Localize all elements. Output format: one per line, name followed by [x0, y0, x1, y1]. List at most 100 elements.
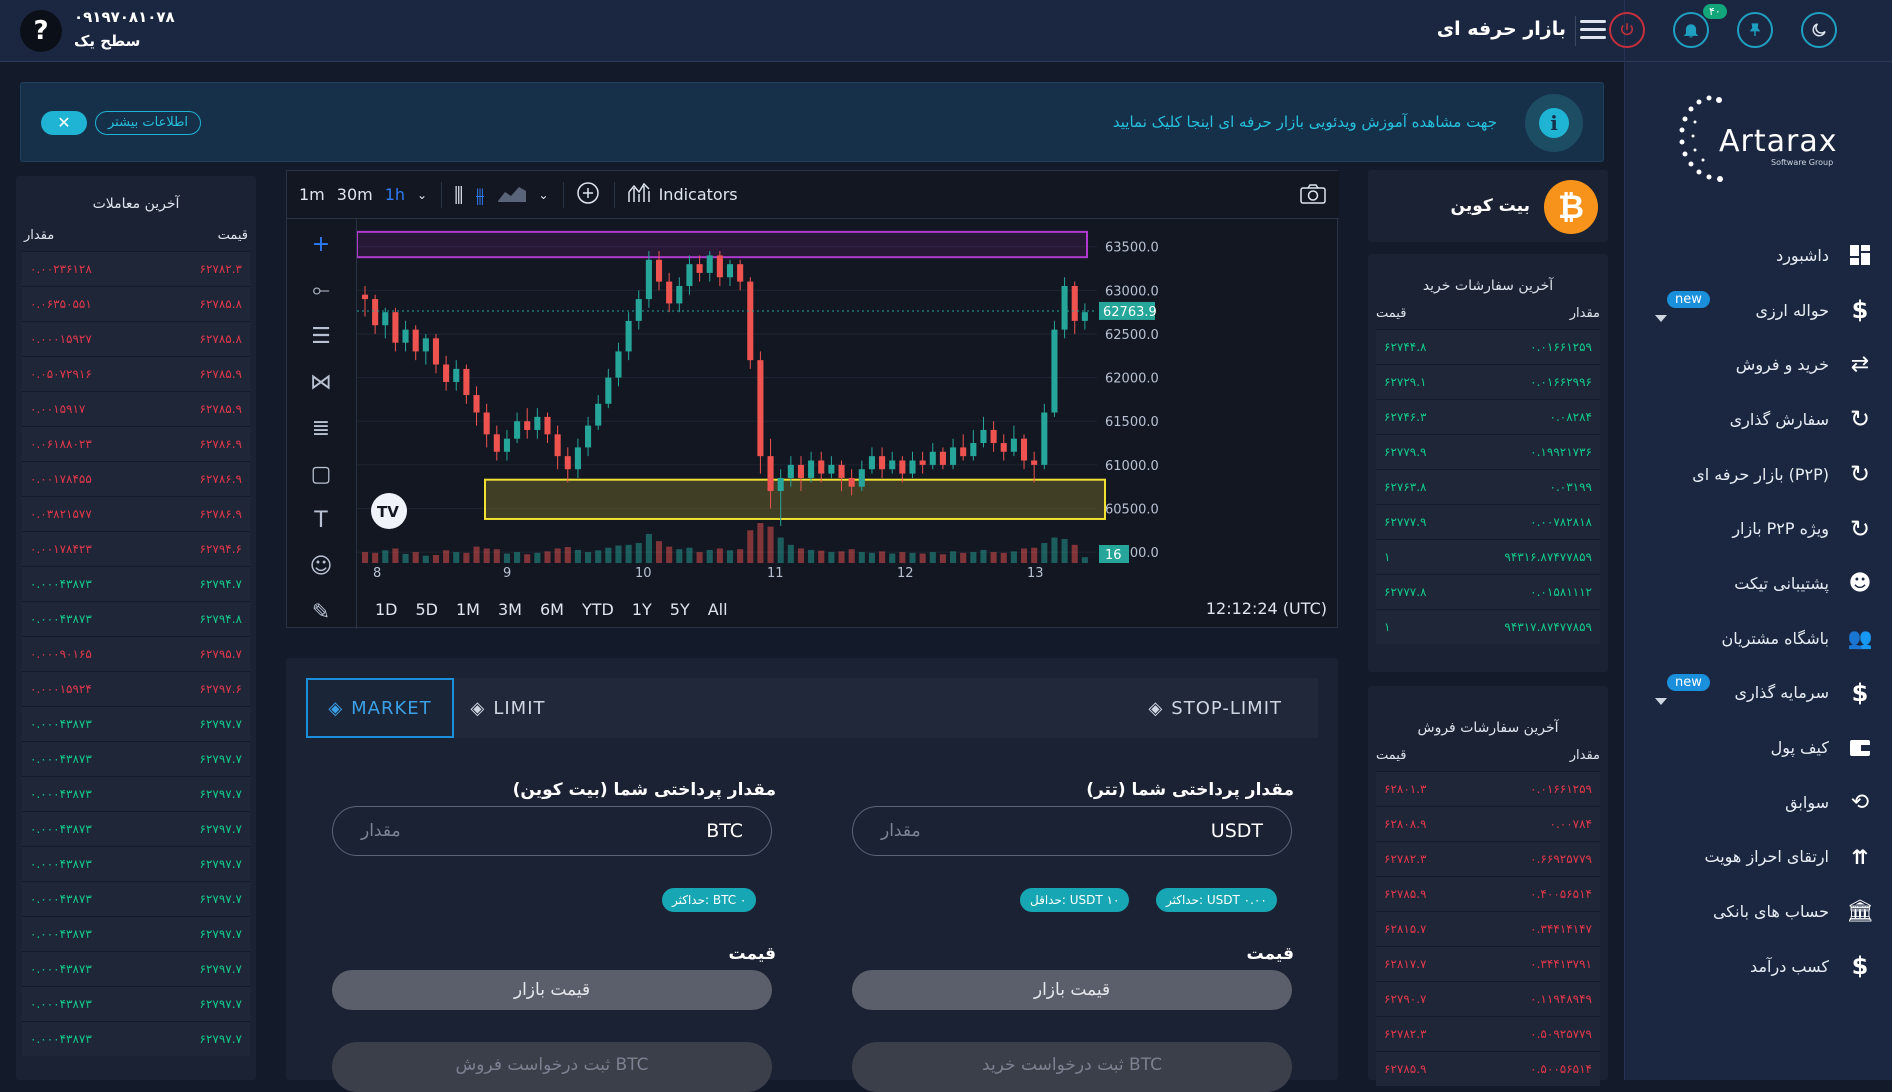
table-row[interactable]: ۰.۰۰۱۷۸۴۵۵ ۶۲۷۸۶.۹: [22, 461, 250, 496]
table-row[interactable]: ۰.۰۰۰۱۵۹۲۷ ۶۲۷۸۵.۸: [22, 321, 250, 356]
table-row[interactable]: ۰.۰۰۰۴۳۸۷۳ ۶۲۷۹۷.۷: [22, 881, 250, 916]
range-5y[interactable]: 5Y: [670, 600, 690, 619]
chevron-down-icon[interactable]: [1655, 697, 1667, 705]
table-row[interactable]: ۶۲۷۸۲.۳ ۰.۵۰۹۲۵۷۷۹: [1376, 1016, 1600, 1051]
range-ytd[interactable]: YTD: [582, 600, 614, 619]
table-row[interactable]: ۰.۰۰۰۴۳۸۷۳ ۶۲۷۹۷.۷: [22, 986, 250, 1021]
submit-sell-button[interactable]: ثبت درخواست فروش BTC: [332, 1042, 772, 1092]
sidebar-item-3[interactable]: سفارش گذاری ↻: [1625, 392, 1892, 447]
table-row[interactable]: ۶۲۷۶۳.۸ ۰.۰۳۱۹۹: [1376, 469, 1600, 504]
sidebar-item-12[interactable]: حساب های بانکی 🏛: [1625, 884, 1892, 939]
chevron-down-icon[interactable]: [1655, 314, 1667, 322]
indicators-button[interactable]: Indicators: [659, 185, 738, 204]
table-row[interactable]: ۶۲۷۸۵.۹ ۰.۴۰۰۵۶۵۱۴: [1376, 876, 1600, 911]
table-row[interactable]: ۰.۰۰۰۴۳۸۷۳ ۶۲۷۹۷.۷: [22, 706, 250, 741]
buy-market-price-button[interactable]: قیمت بازار: [852, 970, 1292, 1010]
tab-limit[interactable]: ◈ LIMIT: [448, 678, 568, 738]
tab-market[interactable]: ◈ MARKET: [306, 678, 454, 738]
camera-icon[interactable]: [1299, 183, 1327, 209]
range-1m[interactable]: 1M: [456, 600, 480, 619]
table-row[interactable]: ۶۲۷۹۰.۷ ۰.۱۱۹۴۸۹۴۹: [1376, 981, 1600, 1016]
sidebar-item-13[interactable]: کسب درآمد $: [1625, 939, 1892, 994]
range-3m[interactable]: 3M: [498, 600, 522, 619]
table-row[interactable]: ۶۲۷۷۷.۸ ۰.۰۱۵۸۱۱۱۲: [1376, 574, 1600, 609]
pin-icon[interactable]: [1737, 12, 1773, 48]
pattern-icon[interactable]: ⋈: [307, 369, 335, 397]
table-row[interactable]: ۰.۰۰۰۴۳۸۷۳ ۶۲۷۹۷.۷: [22, 846, 250, 881]
emoji-icon[interactable]: ☺: [307, 553, 335, 581]
banner-close-button[interactable]: ✕: [41, 111, 87, 135]
table-row[interactable]: ۰.۰۰۰۴۳۸۷۳ ۶۲۷۹۷.۷: [22, 1021, 250, 1056]
table-row[interactable]: ۰.۰۰۰۹۰۱۶۵ ۶۲۷۹۵.۷: [22, 636, 250, 671]
chevron-down-icon[interactable]: ⌄: [539, 188, 549, 202]
table-row[interactable]: ۰.۰۰۰۴۳۸۷۳ ۶۲۷۹۴.۸: [22, 601, 250, 636]
sidebar-item-7[interactable]: باشگاه مشتریان 👥: [1625, 611, 1892, 666]
rectangle-icon[interactable]: ▢: [307, 461, 335, 489]
range-1y[interactable]: 1Y: [632, 600, 652, 619]
sidebar-item-1[interactable]: new حواله ارزی $: [1625, 283, 1892, 338]
table-row[interactable]: ۶۲۸۱۵.۷ ۰.۳۴۴۱۴۱۴۷: [1376, 911, 1600, 946]
candles-icon[interactable]: ⫵: [475, 183, 484, 207]
table-row[interactable]: ۰.۰۵۰۷۲۹۱۶ ۶۲۷۸۵.۹: [22, 356, 250, 391]
table-row[interactable]: ۱ ۹۴۳۱۷.۸۷۴۷۷۸۵۹: [1376, 609, 1600, 644]
table-row[interactable]: ۶۲۷۸۵.۹ ۰.۵۰۰۵۶۵۱۴: [1376, 1051, 1600, 1086]
range-1d[interactable]: 1D: [375, 600, 398, 619]
table-row[interactable]: ۶۲۷۸۲.۳ ۰.۶۶۹۲۵۷۷۹: [1376, 841, 1600, 876]
chevron-down-icon[interactable]: ⌄: [417, 188, 427, 202]
table-row[interactable]: ۰.۰۰۰۴۳۸۷۳ ۶۲۷۹۷.۷: [22, 916, 250, 951]
dark-mode-icon[interactable]: [1801, 12, 1837, 48]
sidebar-item-11[interactable]: ارتقای احراز هویت ⇈: [1625, 830, 1892, 885]
table-row[interactable]: ۶۲۸۰۸.۹ ۰.۰۰۷۸۴: [1376, 806, 1600, 841]
tab-stop-limit[interactable]: ◈ STOP-LIMIT: [1048, 678, 1298, 738]
price-chart[interactable]: 1m 30m 1h ⌄ ⫼ ⫵ ⌄ Indicators + ⟜ ☰ ⋈ ≣ ▢…: [286, 170, 1339, 629]
indicators-icon[interactable]: [627, 182, 651, 208]
table-row[interactable]: ۶۲۷۴۶.۳ ۰.۰۸۲۸۴: [1376, 399, 1600, 434]
interval-1h[interactable]: 1h: [385, 185, 405, 204]
chart-canvas[interactable]: 63500.0 63000.0 62500.0 62000.0 61500.0 61000…: [357, 219, 1339, 589]
sidebar-item-10[interactable]: سوابق ⟲: [1625, 775, 1892, 830]
trend-line-icon[interactable]: ⟜: [307, 277, 335, 305]
add-compare-icon[interactable]: [576, 181, 600, 209]
sidebar-item-8[interactable]: new سرمایه گذاری $: [1625, 666, 1892, 721]
horizontal-lines-icon[interactable]: ☰: [307, 323, 335, 351]
table-row[interactable]: ۰.۰۰۱۵۹۱۷ ۶۲۷۸۵.۹: [22, 391, 250, 426]
range-6m[interactable]: 6M: [540, 600, 564, 619]
sidebar-item-0[interactable]: داشبورد: [1625, 228, 1892, 283]
fib-retracement-icon[interactable]: ≣: [307, 415, 335, 443]
btc-amount-input[interactable]: مقدار BTC: [332, 806, 772, 856]
bar-chart-icon[interactable]: ⫼: [454, 183, 463, 207]
table-row[interactable]: ۶۲۷۷۷.۹ ۰.۰۰۷۸۲۸۱۸: [1376, 504, 1600, 539]
table-row[interactable]: ۶۲۷۲۹.۱ ۰.۰۱۶۶۲۹۹۶: [1376, 364, 1600, 399]
sidebar-item-4[interactable]: بازار حرفه ای (P۲P) ↻: [1625, 447, 1892, 502]
sidebar-item-5[interactable]: بازار P۲P ویژه ↻: [1625, 501, 1892, 556]
text-tool-icon[interactable]: T: [307, 507, 335, 535]
table-row[interactable]: ۰.۰۶۳۵۰۵۵۱ ۶۲۷۸۵.۸: [22, 286, 250, 321]
table-row[interactable]: ۶۲۷۷۹.۹ ۰.۱۹۹۲۱۷۳۶: [1376, 434, 1600, 469]
banner-link-text[interactable]: جهت مشاهده آموزش ویدئویی بازار حرفه ای ا…: [1113, 113, 1497, 131]
help-icon[interactable]: ?: [20, 10, 62, 52]
table-row[interactable]: ۰.۰۰۰۱۵۹۲۴ ۶۲۷۹۷.۶: [22, 671, 250, 706]
sidebar-item-2[interactable]: خرید و فروش ⇄: [1625, 337, 1892, 392]
range-all[interactable]: All: [708, 600, 728, 619]
crosshair-icon[interactable]: +: [307, 231, 335, 259]
table-row[interactable]: ۰.۰۰۲۳۶۱۲۸ ۶۲۷۸۲.۳: [22, 251, 250, 286]
sidebar-item-9[interactable]: کیف پول: [1625, 720, 1892, 775]
table-row[interactable]: ۰.۰۰۰۴۳۸۷۳ ۶۲۷۹۷.۷: [22, 811, 250, 846]
power-icon[interactable]: [1609, 12, 1645, 48]
table-row[interactable]: ۶۲۷۴۴.۸ ۰.۰۱۶۶۱۲۵۹: [1376, 329, 1600, 364]
notification-bell-icon[interactable]: [1673, 12, 1709, 48]
sell-market-price-button[interactable]: قیمت بازار: [332, 970, 772, 1010]
range-5d[interactable]: 5D: [416, 600, 439, 619]
table-row[interactable]: ۰.۰۰۰۴۳۸۷۳ ۶۲۷۹۷.۷: [22, 776, 250, 811]
table-row[interactable]: ۰.۰۳۸۲۱۵۷۷ ۶۲۷۸۶.۹: [22, 496, 250, 531]
table-row[interactable]: ۰.۰۶۱۸۸۰۲۳ ۶۲۷۸۶.۹: [22, 426, 250, 461]
interval-30m[interactable]: 30m: [337, 185, 373, 204]
area-chart-icon[interactable]: [497, 183, 527, 207]
interval-1m[interactable]: 1m: [299, 185, 325, 204]
table-row[interactable]: ۰.۰۰۰۴۳۸۷۳ ۶۲۷۹۷.۷: [22, 951, 250, 986]
hamburger-menu-icon[interactable]: [1580, 20, 1606, 40]
more-info-button[interactable]: اطلاعات بیشتر: [95, 111, 202, 135]
usdt-amount-input[interactable]: مقدار USDT: [852, 806, 1292, 856]
submit-buy-button[interactable]: ثبت درخواست خرید BTC: [852, 1042, 1292, 1092]
sidebar-item-6[interactable]: پشتیبانی تیکت ☻: [1625, 556, 1892, 611]
